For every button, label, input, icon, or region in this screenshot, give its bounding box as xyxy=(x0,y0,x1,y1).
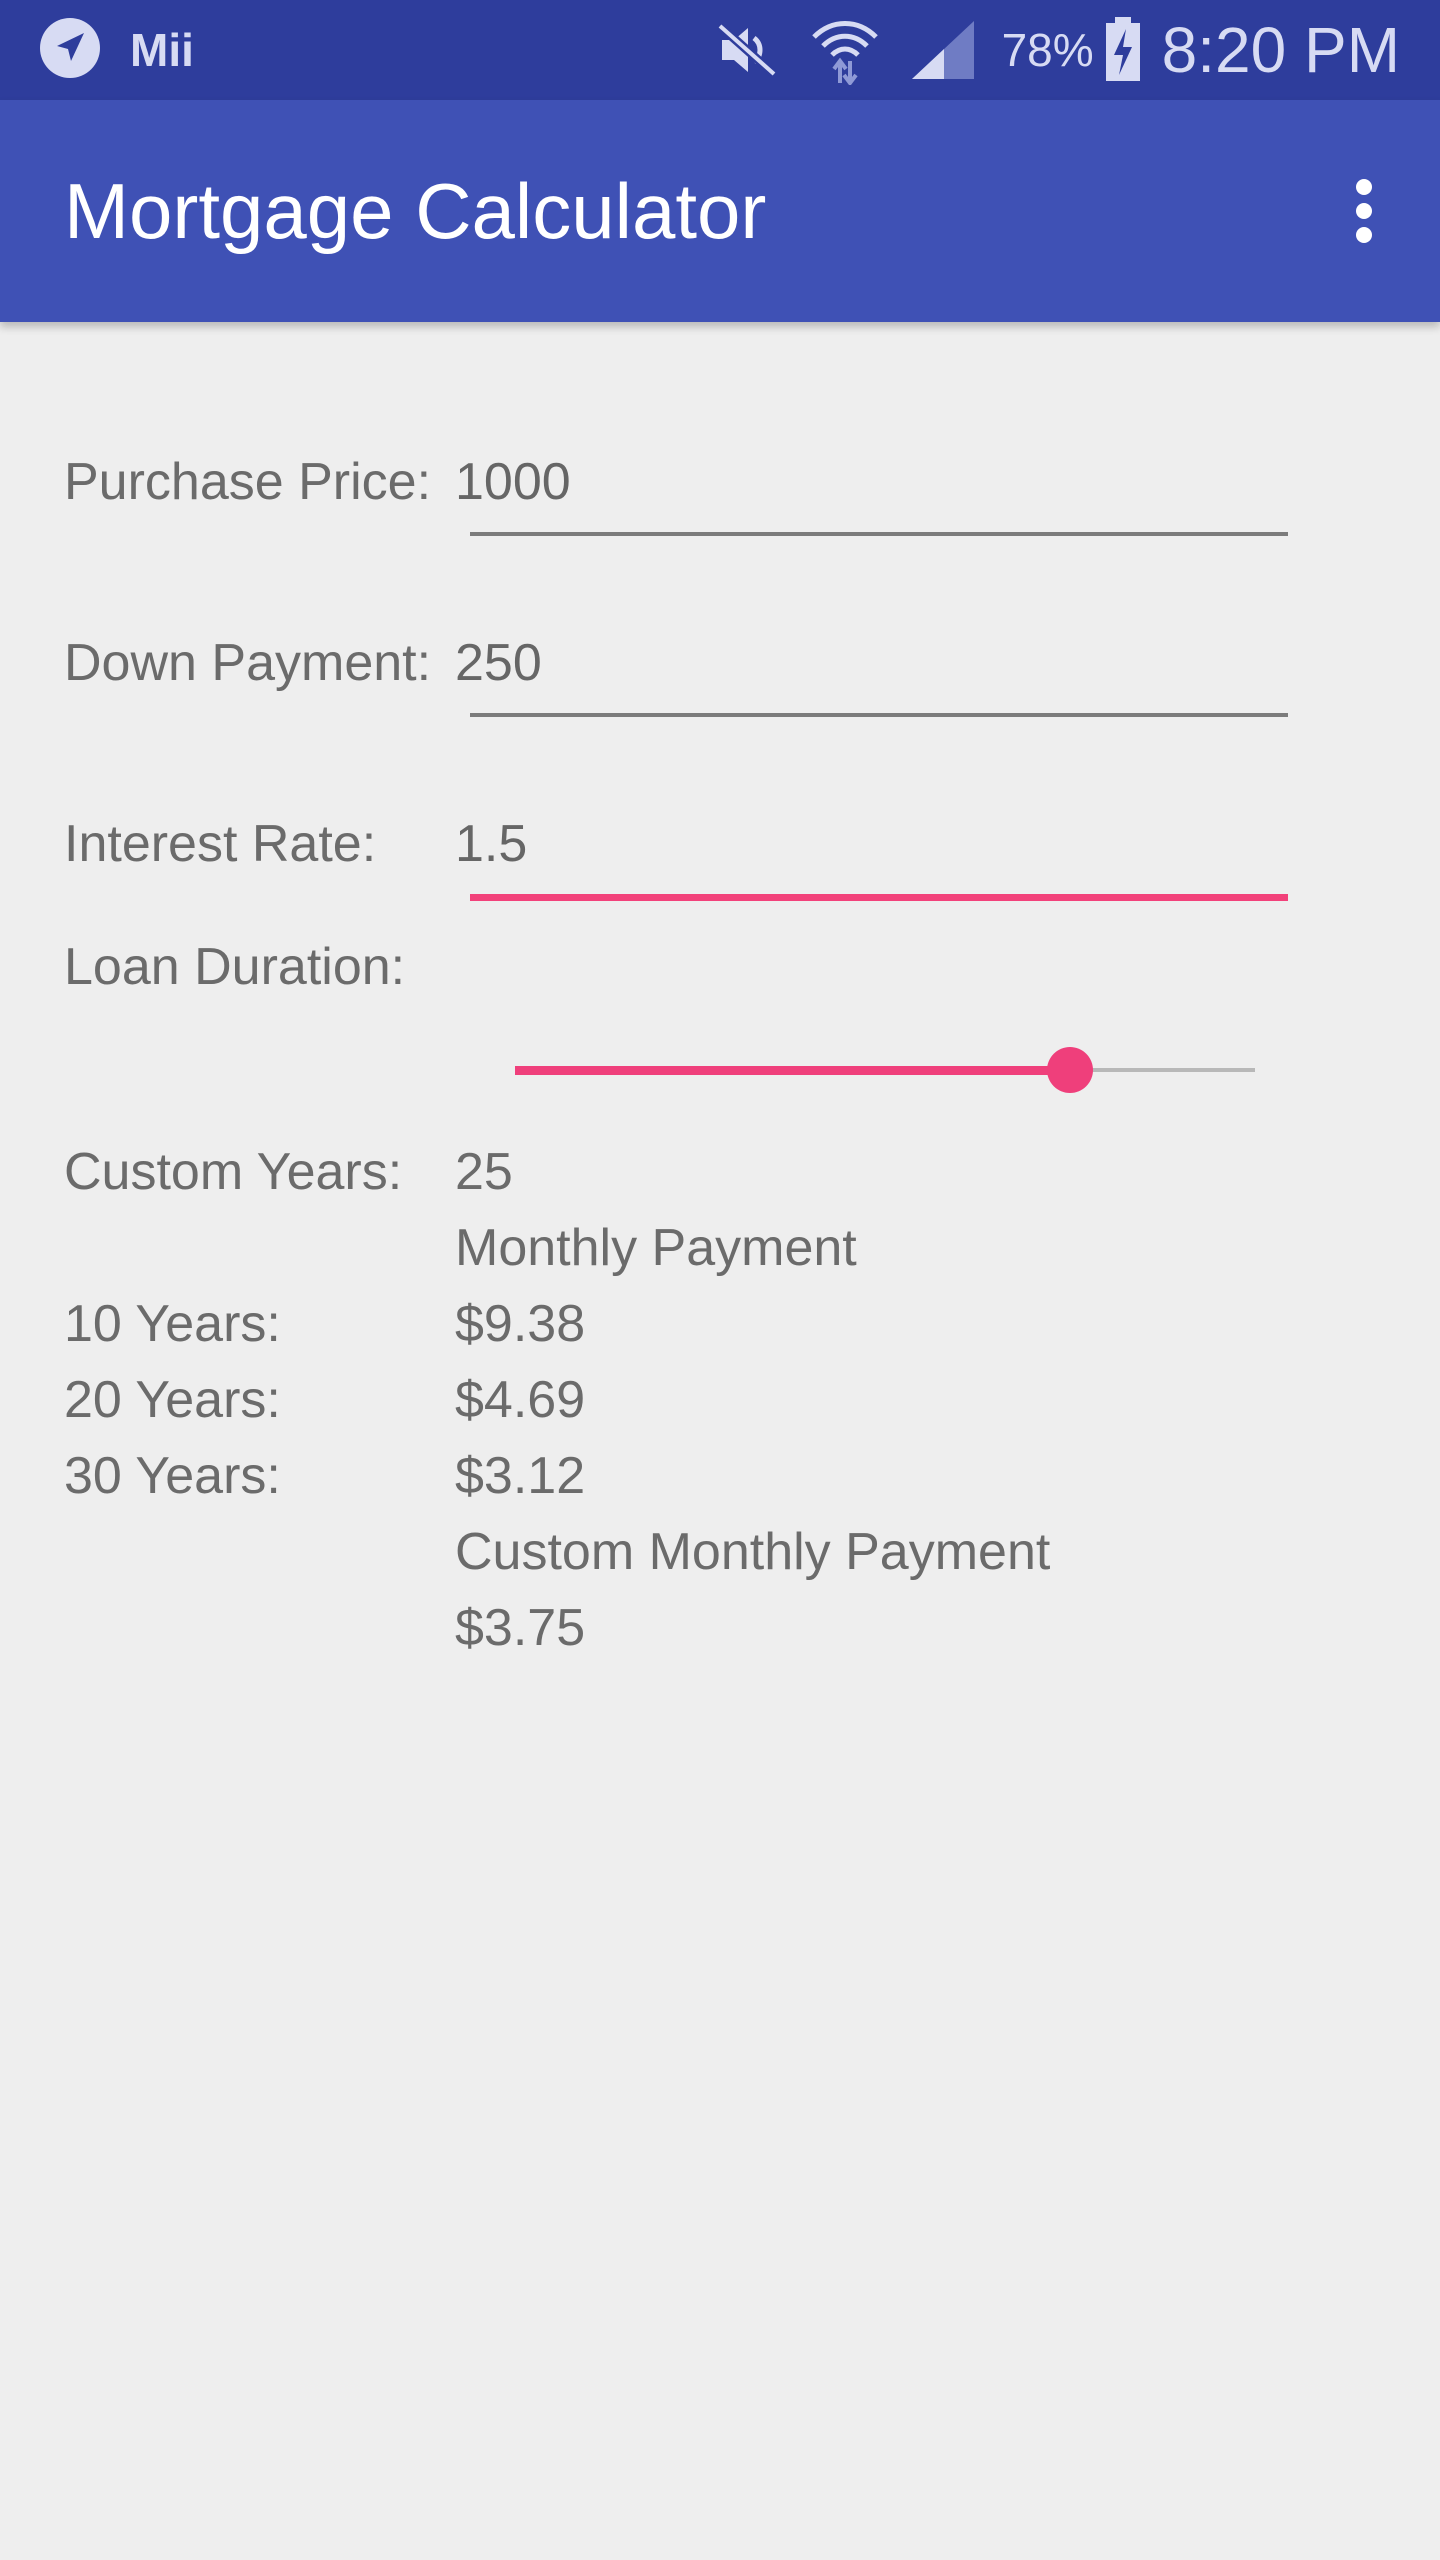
more-vert-icon[interactable] xyxy=(1322,166,1406,256)
custom-monthly-heading: Custom Monthly Payment xyxy=(455,1523,1051,1581)
ten-years-value: $9.38 xyxy=(455,1295,586,1353)
loan-duration-slider[interactable] xyxy=(515,1047,1255,1093)
battery-charging-icon xyxy=(1104,17,1142,83)
cell-signal-icon xyxy=(910,19,976,81)
custom-years-label: Custom Years: xyxy=(64,1143,403,1201)
battery-percent: 78% xyxy=(1001,24,1094,76)
loan-duration-label: Loan Duration: xyxy=(64,938,406,996)
status-bar: Mii 78% 8:20 PM xyxy=(0,0,1440,100)
twenty-years-label: 20 Years: xyxy=(64,1371,281,1429)
purchase-price-input[interactable]: 1000 xyxy=(455,452,571,512)
monthly-payment-heading: Monthly Payment xyxy=(455,1219,857,1277)
purchase-price-underline xyxy=(470,532,1288,536)
interest-rate-underline xyxy=(470,894,1288,901)
thirty-years-label: 30 Years: xyxy=(64,1447,281,1505)
status-left: Mii xyxy=(38,16,194,85)
custom-years-value: 25 xyxy=(455,1143,513,1201)
purchase-price-label: Purchase Price: xyxy=(64,453,432,511)
ten-years-label: 10 Years: xyxy=(64,1295,281,1353)
custom-monthly-value: $3.75 xyxy=(455,1599,586,1657)
navigation-arrow-icon xyxy=(38,16,102,85)
interest-rate-label: Interest Rate: xyxy=(64,815,377,873)
down-payment-input[interactable]: 250 xyxy=(455,633,542,693)
status-right: 78% 8:20 PM xyxy=(684,12,1400,88)
thirty-years-value: $3.12 xyxy=(455,1447,586,1505)
twenty-years-value: $4.69 xyxy=(455,1371,586,1429)
wifi-icon xyxy=(810,15,880,85)
app-title: Mortgage Calculator xyxy=(64,167,767,255)
down-payment-underline xyxy=(470,713,1288,717)
notification-app-name: Mii xyxy=(130,24,194,76)
status-clock: 8:20 PM xyxy=(1161,14,1400,86)
interest-rate-input[interactable]: 1.5 xyxy=(455,814,527,874)
slider-fill xyxy=(515,1066,1070,1075)
mute-icon xyxy=(714,20,780,80)
app-bar: Mortgage Calculator xyxy=(0,100,1440,322)
slider-thumb[interactable] xyxy=(1047,1047,1093,1093)
down-payment-label: Down Payment: xyxy=(64,634,432,692)
